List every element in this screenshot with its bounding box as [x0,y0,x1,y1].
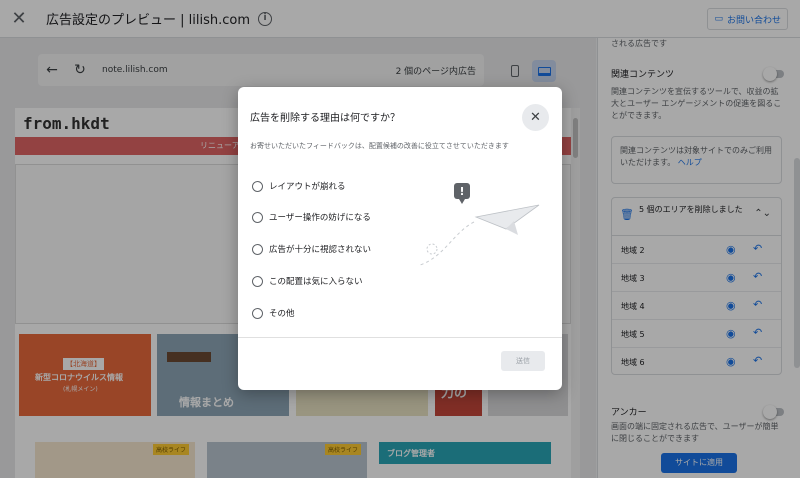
radio-icon[interactable] [252,211,263,223]
dialog-subtitle: お寄せいただいたフィードバックは、配置候補の改善に役立てさせていただきます [250,142,509,150]
reason-option[interactable]: この配置は気に入らない [252,275,363,287]
dialog-title: 広告を削除する理由は何ですか？ [250,113,400,124]
radio-icon[interactable] [252,307,263,319]
radio-icon[interactable] [252,243,263,255]
close-icon[interactable]: ✕ [522,104,549,131]
reason-option[interactable]: 広告が十分に視認されない [252,243,371,255]
paper-plane-illustration: ! [419,183,540,266]
reason-option[interactable]: レイアウトが崩れる [252,180,346,192]
dialog-divider [238,337,562,338]
reason-option[interactable]: その他 [252,307,295,319]
send-button[interactable]: 送信 [501,351,545,371]
feedback-dialog: 広告を削除する理由は何ですか？ ✕ お寄せいただいたフィードバックは、配置候補の… [238,87,562,390]
reason-option[interactable]: ユーザー操作の妨げになる [252,211,371,223]
svg-text:!: ! [459,185,464,198]
radio-icon[interactable] [252,275,263,287]
radio-icon[interactable] [252,180,263,192]
